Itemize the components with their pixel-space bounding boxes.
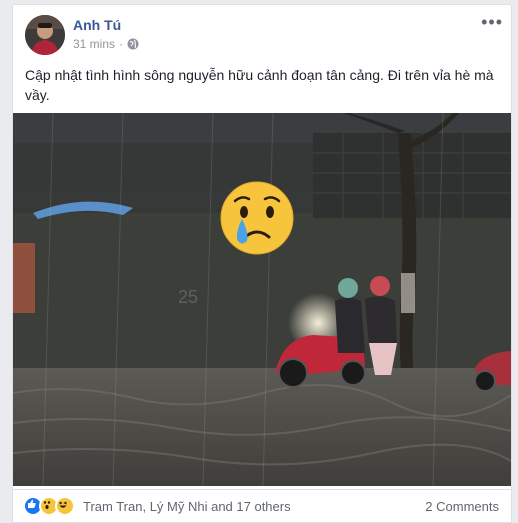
more-options-button[interactable]: ••• — [481, 13, 503, 31]
post-footer: Tram Tran, Lý Mỹ Nhi and 17 others 2 Com… — [13, 489, 511, 522]
comments-count[interactable]: 2 Comments — [425, 499, 499, 514]
reaction-names[interactable]: Tram Tran, Lý Mỹ Nhi and 17 others — [83, 499, 291, 514]
post-meta: 31 mins · — [73, 37, 139, 51]
meta-separator: · — [119, 37, 124, 51]
reaction-icons[interactable] — [23, 496, 75, 516]
avatar[interactable] — [25, 15, 65, 55]
post-text: Cập nhật tình hình sông nguyễn hữu cảnh … — [25, 67, 494, 103]
author-name[interactable]: Anh Tú — [73, 17, 121, 33]
post-time[interactable]: 31 mins — [73, 37, 115, 51]
post-card: Anh Tú 31 mins · ••• Cập nhật tình hình … — [12, 4, 512, 523]
svg-text:25: 25 — [178, 287, 198, 307]
post-photo[interactable]: 25 — [13, 113, 511, 486]
haha-reaction-icon[interactable] — [55, 496, 75, 516]
globe-icon[interactable] — [127, 38, 139, 50]
sad-crying-emoji — [220, 181, 294, 255]
